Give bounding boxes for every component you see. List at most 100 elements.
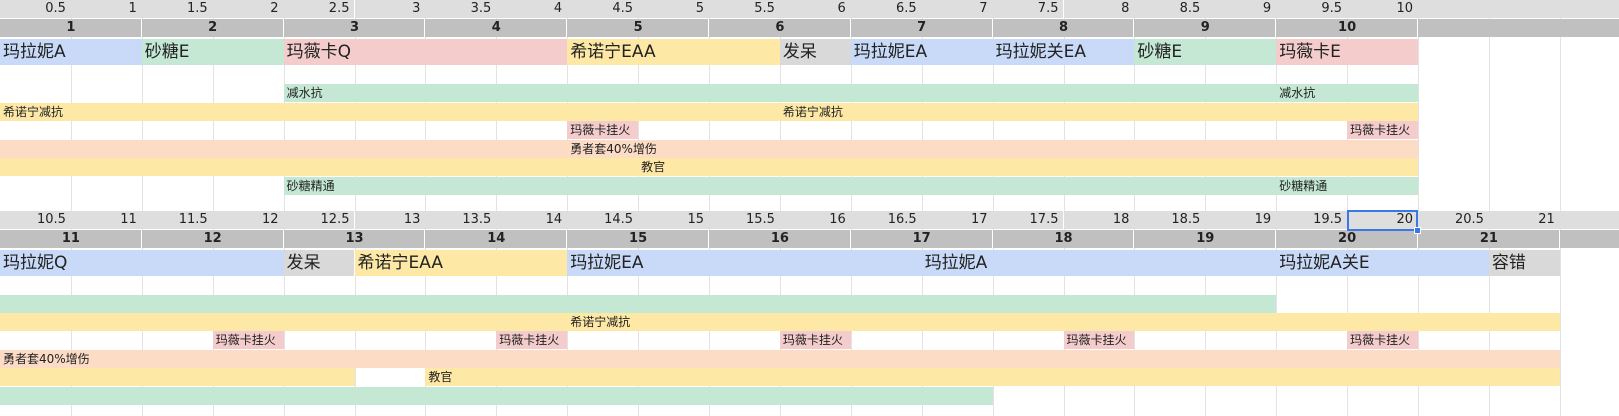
time-header-label: 6 [837,1,846,16]
time-header-label: 6.5 [896,1,917,16]
buff-bar[interactable]: 希诺宁减抗 [567,313,1560,331]
time-header-label: 8.5 [1179,1,1201,16]
time-header-label: 2 [270,1,279,16]
skill-cell[interactable]: 砂糖E [1134,39,1277,65]
time-header-label: 12.5 [320,212,350,227]
second-header-label: 4 [491,20,501,35]
skill-cell[interactable]: 砂糖E [141,39,284,65]
buff-bar[interactable]: 玛薇卡挂火 [1063,331,1135,349]
second-header-cell[interactable] [1418,19,1619,37]
second-header-label: 20 [1338,231,1357,246]
skill-cell[interactable]: 玛拉妮关EA [992,39,1135,65]
time-header-label: 19.5 [1313,212,1343,227]
buff-bar[interactable]: 教官 [638,158,1418,176]
time-header-cell[interactable] [1418,0,1619,18]
buff-bar[interactable]: 玛薇卡挂火 [1347,121,1418,139]
time-header-label: 15 [687,212,704,227]
skill-cell[interactable]: 玛拉妮A关E [1276,250,1489,276]
time-header-label: 13 [403,212,421,227]
buff-bar[interactable]: 玛薇卡挂火 [212,331,284,349]
time-header-label: 16.5 [887,212,917,227]
time-header-label: 4 [553,1,563,16]
second-header-label: 19 [1196,231,1215,246]
time-header-label: 18.5 [1171,212,1201,227]
skill-cell[interactable]: 玛薇卡Q [283,39,568,65]
buff-bar[interactable]: 希诺宁减抗 [0,103,780,121]
spreadsheet-grid[interactable]: 0.5 1 1.5 2 2.5 3 3.5 4 4.5 5 5.5 6 6.5 7 7.5 8 8.5 9 9.5 1… [0,0,1619,416]
time-header-label: 7 [979,1,988,16]
second-header-cell[interactable] [1559,230,1619,248]
buff-bar[interactable]: 玛薇卡挂火 [567,121,639,139]
time-header-label: 17.5 [1029,212,1059,227]
time-header-label: 11.5 [178,212,208,227]
buff-bar[interactable]: 玛薇卡挂火 [496,331,568,349]
time-header-label: 10.5 [36,212,66,227]
time-header-label: 17 [971,212,988,227]
time-header-label: 8 [1121,1,1130,16]
time-header-label: 11 [120,212,137,227]
second-header-label: 6 [775,20,785,35]
skill-cell[interactable]: 容错 [1488,250,1560,276]
skill-cell[interactable]: 发呆 [779,39,851,65]
buff-bar[interactable]: 勇者套40%增伤 [0,350,1560,368]
buff-bar[interactable]: 砂糖精通 [283,177,1277,195]
buff-bar[interactable] [0,387,993,405]
buff-bar[interactable] [0,368,355,386]
skill-cell[interactable]: 玛拉妮EA [567,250,922,276]
skill-cell[interactable]: 发呆 [283,250,355,276]
buff-bar[interactable] [0,158,639,176]
second-header-label: 9 [1200,20,1210,35]
time-header-label: 4.5 [612,1,634,16]
time-header-label: 14 [545,212,563,227]
time-header-label: 1.5 [187,1,208,16]
skill-cell[interactable]: 希诺宁EAA [354,250,568,276]
selected-cell[interactable] [1347,210,1418,231]
time-header-label: 0.5 [45,1,66,16]
second-header-label: 1 [66,20,76,35]
buff-bar[interactable] [0,313,568,331]
buff-bar[interactable]: 减水抗 [1276,84,1418,102]
time-header-label: 15.5 [745,212,775,227]
buff-bar[interactable]: 减水抗 [283,84,1277,102]
second-header-label: 3 [349,20,360,35]
time-header-label: 21 [1538,212,1555,227]
time-header-label: 5 [695,1,704,16]
time-header-label: 13.5 [462,212,492,227]
buff-bar[interactable]: 砂糖精通 [1276,177,1418,195]
second-header-label: 8 [1058,20,1069,35]
selection-fill-handle[interactable] [1414,227,1421,234]
skill-cell[interactable]: 玛拉妮Q [0,250,284,276]
second-header-label: 15 [629,231,648,246]
time-header-label: 3.5 [470,1,492,16]
grid-line-vertical [1560,0,1561,416]
skill-cell[interactable]: 玛拉妮A [921,250,1277,276]
time-header-label: 3 [412,1,421,16]
time-header-label: 1 [128,1,137,16]
second-header-label: 21 [1479,231,1498,246]
time-header-label: 9 [1262,1,1272,16]
buff-bar[interactable] [0,140,568,158]
time-header-label: 18 [1112,212,1130,227]
buff-bar[interactable]: 勇者套40%增伤 [567,140,1418,158]
time-header-cell[interactable] [1559,211,1619,229]
second-header-label: 11 [61,231,80,246]
second-header-label: 10 [1338,20,1357,35]
time-header-label: 20.5 [1454,212,1484,227]
buff-bar[interactable]: 玛薇卡挂火 [1347,331,1418,349]
buff-bar[interactable]: 教官 [425,368,1560,386]
second-header-label: 13 [345,231,364,246]
time-header-label: 2.5 [328,1,350,16]
second-header-label: 16 [770,231,789,246]
second-header-label: 12 [203,231,222,246]
buff-bar[interactable]: 玛薇卡挂火 [779,331,851,349]
second-header-label: 14 [487,231,506,246]
buff-bar[interactable] [0,295,1277,313]
skill-cell[interactable]: 玛薇卡E [1276,39,1418,65]
skill-cell[interactable]: 希诺宁EAA [567,39,780,65]
second-header-label: 2 [208,20,218,35]
buff-bar[interactable]: 希诺宁减抗 [779,103,1418,121]
skill-cell[interactable]: 玛拉妮A [0,39,142,65]
time-header-label: 9.5 [1321,1,1343,16]
skill-cell[interactable]: 玛拉妮EA [850,39,993,65]
time-header-label: 10 [1396,1,1413,16]
